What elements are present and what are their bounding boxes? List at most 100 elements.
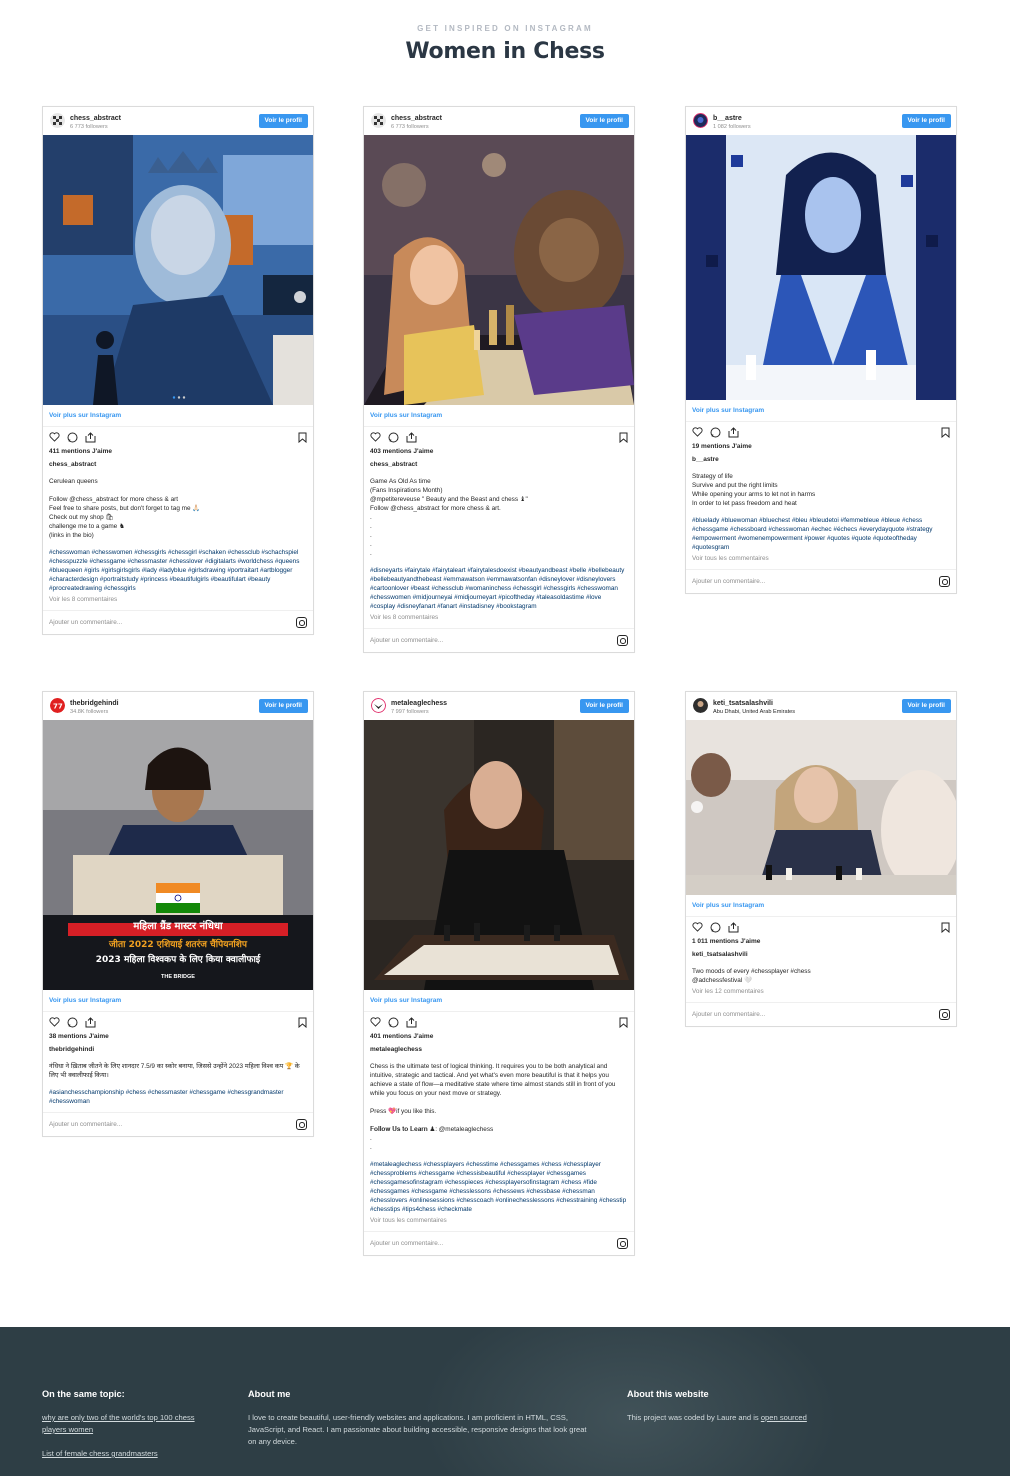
post-image[interactable] — [686, 135, 956, 400]
bookmark-icon[interactable] — [941, 427, 950, 441]
see-more-link[interactable]: Voir plus sur Instagram — [364, 405, 634, 427]
post-followers: 7 997 followers — [391, 709, 429, 715]
caption-username[interactable]: chess_abstract — [364, 460, 634, 469]
post-image[interactable] — [43, 135, 313, 405]
view-comments-link[interactable]: Voir les 8 commentaires — [43, 595, 313, 604]
heart-icon[interactable] — [692, 427, 703, 440]
post-hashtags[interactable]: #asianchesschampionship #chess #chessmas… — [43, 1088, 313, 1106]
view-profile-button[interactable]: Voir le profil — [258, 114, 308, 128]
post-username[interactable]: keti_tsatsalashvili — [713, 699, 773, 708]
share-icon[interactable] — [406, 1017, 417, 1031]
footer-topic-link[interactable]: List of female chess grandmasters — [42, 1448, 202, 1460]
view-comments-link[interactable]: Voir les 12 commentaires — [686, 987, 956, 996]
comment-icon[interactable] — [388, 432, 399, 446]
likes-count[interactable]: 38 mentions J'aime — [43, 1032, 313, 1044]
post-hashtags[interactable]: #disneyarts #fairytale #fairytaleart #fa… — [364, 566, 634, 611]
add-comment-input[interactable]: Ajouter un commentaire... — [686, 569, 956, 593]
see-more-link[interactable]: Voir plus sur Instagram — [686, 400, 956, 422]
post-header: chess_abstract 6 773 followers Voir le p… — [364, 107, 634, 135]
instagram-icon[interactable] — [939, 576, 950, 587]
instagram-icon[interactable] — [939, 1009, 950, 1020]
instagram-icon[interactable] — [617, 635, 628, 646]
view-comments-link[interactable]: Voir les 8 commentaires — [364, 613, 634, 622]
instagram-icon[interactable] — [296, 1119, 307, 1130]
likes-count[interactable]: 1 011 mentions J'aime — [686, 937, 956, 949]
avatar[interactable] — [371, 113, 386, 128]
post-image[interactable] — [364, 720, 634, 990]
comment-icon[interactable] — [388, 1017, 399, 1031]
view-comments-link[interactable]: Voir tous les commentaires — [364, 1216, 634, 1225]
share-icon[interactable] — [728, 427, 739, 441]
add-comment-input[interactable]: Ajouter un commentaire... — [364, 1231, 634, 1255]
post-username[interactable]: b__astre — [713, 114, 742, 123]
bookmark-icon[interactable] — [941, 922, 950, 936]
view-profile-button[interactable]: Voir le profil — [579, 699, 629, 713]
bookmark-icon[interactable] — [619, 432, 628, 446]
add-comment-placeholder: Ajouter un commentaire... — [692, 1011, 766, 1018]
comment-icon[interactable] — [710, 427, 721, 441]
post-image[interactable] — [686, 720, 956, 895]
avatar[interactable] — [693, 113, 708, 128]
comment-icon[interactable] — [67, 432, 78, 446]
view-profile-button[interactable]: Voir le profil — [901, 114, 951, 128]
share-icon[interactable] — [85, 1017, 96, 1031]
see-more-link[interactable]: Voir plus sur Instagram — [686, 895, 956, 917]
share-icon[interactable] — [406, 432, 417, 446]
caption-username[interactable]: keti_tsatsalashvili — [686, 950, 956, 959]
post-username[interactable]: metaleaglechess — [391, 699, 447, 708]
heart-icon[interactable] — [49, 1017, 60, 1030]
add-comment-input[interactable]: Ajouter un commentaire... — [364, 628, 634, 652]
comment-icon[interactable] — [67, 1017, 78, 1031]
likes-count[interactable]: 401 mentions J'aime — [364, 1032, 634, 1044]
post-username[interactable]: thebridgehindi — [70, 699, 119, 708]
caption-username[interactable]: thebridgehindi — [43, 1045, 313, 1054]
add-comment-input[interactable]: Ajouter un commentaire... — [43, 1112, 313, 1136]
view-profile-button[interactable]: Voir le profil — [258, 699, 308, 713]
see-more-link[interactable]: Voir plus sur Instagram — [364, 990, 634, 1012]
view-comments-link[interactable]: Voir tous les commentaires — [686, 554, 956, 563]
likes-count[interactable]: 403 mentions J'aime — [364, 447, 634, 459]
post-image-overlay-line3: 2023 महिला विश्वकप के लिए किया क्वालीफाई — [95, 955, 261, 965]
heart-icon[interactable] — [49, 432, 60, 445]
instagram-icon[interactable] — [296, 617, 307, 628]
share-icon[interactable] — [85, 432, 96, 446]
see-more-link[interactable]: Voir plus sur Instagram — [43, 990, 313, 1012]
add-comment-input[interactable]: Ajouter un commentaire... — [686, 1002, 956, 1026]
avatar[interactable]: 77 — [50, 698, 65, 713]
post-hashtags[interactable]: #bluelady #bluewoman #bluechest #bleu #b… — [686, 516, 956, 552]
comment-icon[interactable] — [710, 922, 721, 936]
avatar[interactable] — [693, 698, 708, 713]
see-more-link[interactable]: Voir plus sur Instagram — [43, 405, 313, 427]
post-image[interactable]: महिला ग्रैंड मास्टर नंधिधा जीता 2022 एशि… — [43, 720, 313, 990]
post-hashtags[interactable]: #metaleaglechess #chessplayers #chesstim… — [364, 1160, 634, 1214]
open-source-link[interactable]: open sourced — [761, 1413, 807, 1422]
likes-count[interactable]: 19 mentions J'aime — [686, 442, 956, 454]
post-caption: नंधिधा ने ख़िताब जीतने के लिए शानदार 7.5… — [49, 1063, 300, 1079]
bookmark-icon[interactable] — [298, 1017, 307, 1031]
post-actions — [43, 427, 313, 447]
post-username[interactable]: chess_abstract — [70, 114, 121, 123]
share-icon[interactable] — [728, 922, 739, 936]
caption-username[interactable]: chess_abstract — [43, 460, 313, 469]
view-profile-button[interactable]: Voir le profil — [901, 699, 951, 713]
avatar[interactable] — [371, 698, 386, 713]
heart-icon[interactable] — [692, 922, 703, 935]
caption-username[interactable]: b__astre — [686, 455, 956, 464]
heart-icon[interactable] — [370, 1017, 381, 1030]
post-followers: 6 773 followers — [70, 124, 108, 130]
view-profile-button[interactable]: Voir le profil — [579, 114, 629, 128]
post-image[interactable] — [364, 135, 634, 405]
add-comment-input[interactable]: Ajouter un commentaire... — [43, 610, 313, 634]
avatar[interactable] — [50, 113, 65, 128]
caption-username[interactable]: metaleaglechess — [364, 1045, 634, 1054]
bookmark-icon[interactable] — [619, 1017, 628, 1031]
instagram-icon[interactable] — [617, 1238, 628, 1249]
post-actions — [686, 422, 956, 442]
post-username[interactable]: chess_abstract — [391, 114, 442, 123]
instagram-post-card: b__astre 1 082 followers Voir le profil … — [685, 106, 957, 594]
post-hashtags[interactable]: #chesswoman #chesswomen #chessgirls #che… — [43, 548, 313, 593]
heart-icon[interactable] — [370, 432, 381, 445]
footer-topic-link[interactable]: why are only two of the world's top 100 … — [42, 1412, 202, 1436]
likes-count[interactable]: 411 mentions J'aime — [43, 447, 313, 459]
bookmark-icon[interactable] — [298, 432, 307, 446]
